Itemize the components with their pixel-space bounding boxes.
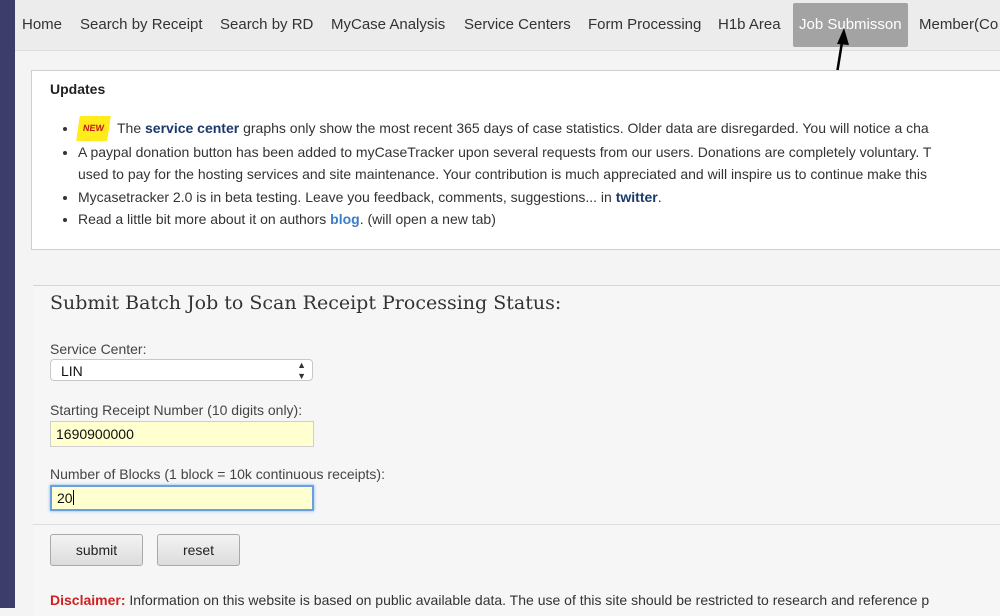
nav-home[interactable]: Home xyxy=(22,3,62,47)
batch-job-form: Submit Batch Job to Scan Receipt Process… xyxy=(33,285,1000,616)
blocks-label: Number of Blocks (1 block = 10k continuo… xyxy=(50,466,385,482)
left-edge-strip xyxy=(0,0,15,608)
nav-search-by-rd[interactable]: Search by RD xyxy=(220,3,313,47)
nav-member[interactable]: Member(Co xyxy=(919,3,998,47)
update-text: Read a little bit more about it on autho… xyxy=(78,211,331,227)
disclaimer: Disclaimer: Information on this website … xyxy=(50,592,929,608)
form-divider xyxy=(33,524,1000,525)
disclaimer-text: Information on this website is based on … xyxy=(125,592,930,608)
receipt-number-field[interactable]: 1690900000 xyxy=(50,421,314,447)
update-text: Mycasetracker 2.0 is in beta testing. Le… xyxy=(78,188,616,205)
update-item: A paypal donation button has been added … xyxy=(78,141,1000,186)
nav-mycase-analysis[interactable]: MyCase Analysis xyxy=(331,3,445,47)
service-center-select[interactable]: LIN ▲ ▼ xyxy=(50,359,313,381)
update-text: . xyxy=(657,188,662,205)
disclaimer-label: Disclaimer: xyxy=(50,592,126,608)
reset-button[interactable]: reset xyxy=(157,534,240,566)
update-item: NEW The service center graphs only show t… xyxy=(76,116,1000,141)
form-title: Submit Batch Job to Scan Receipt Process… xyxy=(50,292,562,314)
updates-list: NEW The service center graphs only show t… xyxy=(56,116,1000,231)
nav-h1b-area[interactable]: H1b Area xyxy=(718,3,781,47)
nav-form-processing[interactable]: Form Processing xyxy=(588,3,701,47)
nav-service-centers[interactable]: Service Centers xyxy=(464,3,571,47)
updates-title: Updates xyxy=(50,81,106,97)
twitter-link[interactable]: twitter xyxy=(616,189,658,205)
blocks-value: 20 xyxy=(57,490,73,506)
nav-job-submission[interactable]: Job Submisson xyxy=(793,3,908,47)
service-center-value: LIN xyxy=(61,363,83,379)
new-badge: NEW xyxy=(76,116,111,141)
receipt-number-value: 1690900000 xyxy=(56,426,134,442)
nav-search-by-receipt[interactable]: Search by Receipt xyxy=(80,3,203,47)
update-text: graphs only show the most recent 365 day… xyxy=(239,120,929,136)
update-text: The xyxy=(117,120,146,136)
updates-panel: Updates NEW The service center graphs onl… xyxy=(31,70,1000,250)
service-center-link[interactable]: service center xyxy=(145,120,239,136)
top-navbar: Home Search by Receipt Search by RD MyCa… xyxy=(15,0,1000,51)
text-cursor xyxy=(72,490,74,505)
blog-link[interactable]: blog xyxy=(330,211,360,227)
update-text: used to pay for the hosting services and… xyxy=(78,166,928,182)
receipt-number-label: Starting Receipt Number (10 digits only)… xyxy=(50,402,303,418)
submit-button[interactable]: submit xyxy=(50,534,143,566)
update-text: . (will open a new tab) xyxy=(359,211,496,227)
update-text: A paypal donation button has been added … xyxy=(78,143,932,160)
update-item: Read a little bit more about it on autho… xyxy=(78,208,1000,231)
update-item: Mycasetracker 2.0 is in beta testing. Le… xyxy=(78,186,1000,209)
blocks-field[interactable]: 20 xyxy=(50,485,314,511)
service-center-label: Service Center: xyxy=(50,341,147,357)
select-arrows-icon: ▲ ▼ xyxy=(297,360,306,381)
